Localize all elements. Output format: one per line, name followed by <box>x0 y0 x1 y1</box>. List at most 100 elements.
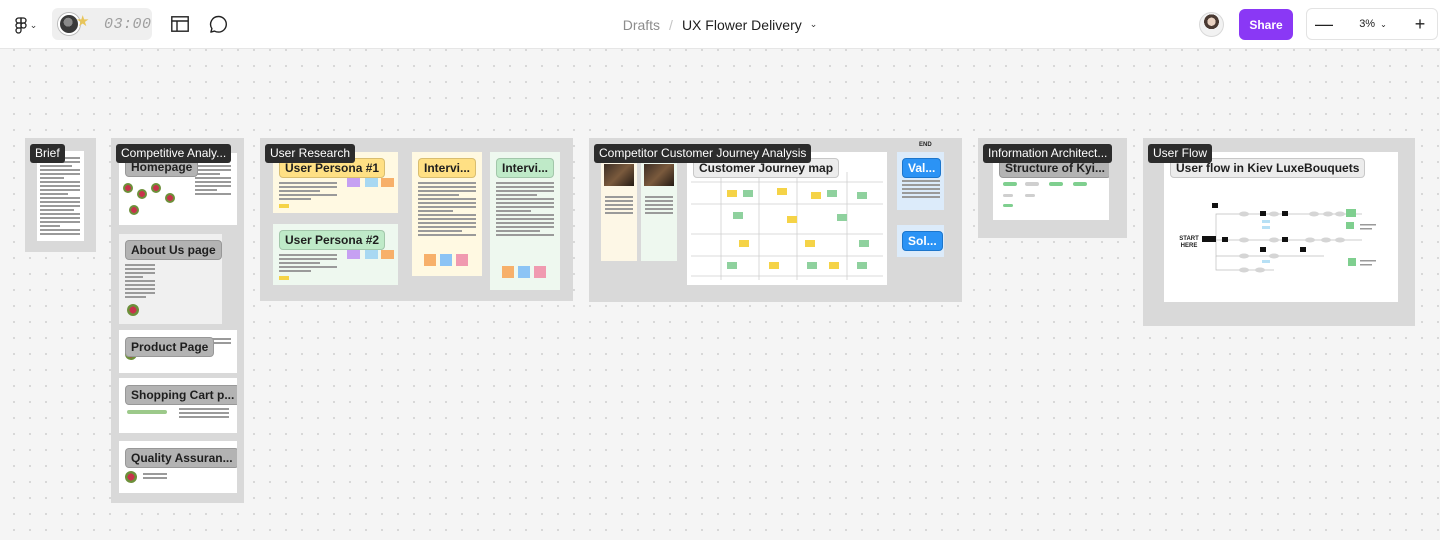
frame-homepage[interactable]: Homepage <box>119 153 237 225</box>
frame-label-solution[interactable]: Sol... <box>902 231 943 251</box>
persona-card-2[interactable] <box>641 152 677 261</box>
sticky-note <box>347 250 360 259</box>
product-image <box>151 183 161 193</box>
value-text <box>902 180 940 200</box>
zoom-level-dropdown[interactable]: 3% ⌄ <box>1341 9 1405 39</box>
chevron-down-icon: ⌄ <box>29 19 38 30</box>
persona-card-1[interactable] <box>601 152 637 261</box>
avatar[interactable] <box>1199 12 1224 37</box>
sticky-note <box>381 250 394 259</box>
file-name[interactable]: UX Flower Delivery <box>682 17 802 33</box>
ia-node <box>1073 182 1087 186</box>
section-user-research[interactable]: User Persona #1 User Persona #2 Intervi.… <box>260 138 573 301</box>
breadcrumb-separator: / <box>669 16 673 33</box>
star-icon: ★ <box>76 13 90 30</box>
persona-photo <box>604 164 634 186</box>
interview-text <box>496 182 554 238</box>
timer-widget[interactable]: ★ 03:00 <box>52 8 152 40</box>
section-label-user-flow[interactable]: User Flow <box>1148 144 1213 163</box>
main-menu-button[interactable]: ⌄ <box>8 12 44 38</box>
layout-button[interactable] <box>168 12 192 36</box>
frame-label-user-persona-2[interactable]: User Persona #2 <box>279 230 386 250</box>
section-brief[interactable]: Brief <box>25 138 96 252</box>
persona-text <box>279 182 337 202</box>
sticky-note <box>381 178 394 187</box>
section-label-information-architecture[interactable]: Information Architect... <box>983 144 1113 163</box>
frame-label-value[interactable]: Val... <box>902 158 942 178</box>
section-label-competitive-analysis[interactable]: Competitive Analy... <box>116 144 232 163</box>
ia-node <box>1003 194 1013 197</box>
comment-button[interactable] <box>206 12 230 36</box>
sticky-note <box>424 254 436 266</box>
frame-label-quality-assurance[interactable]: Quality Assuran... <box>125 448 237 468</box>
frame-quality-assurance[interactable]: Quality Assuran... <box>119 441 237 493</box>
tag <box>279 276 289 280</box>
zoom-out-button[interactable]: — <box>1307 9 1341 39</box>
notes-text <box>195 165 231 197</box>
section-label-user-research[interactable]: User Research <box>265 144 356 163</box>
sticky-note <box>365 250 378 259</box>
product-image <box>129 205 139 215</box>
frame-customer-journey-map[interactable]: Customer Journey map <box>687 152 887 285</box>
persona-photo <box>644 164 674 186</box>
sticky-note <box>518 266 530 278</box>
chevron-down-icon[interactable]: ⌄ <box>810 19 818 30</box>
ia-node <box>1025 182 1039 186</box>
frame-interview-2[interactable]: Intervi... <box>490 152 560 290</box>
frame-value[interactable]: Val... <box>897 152 944 210</box>
page-text <box>179 408 229 420</box>
section-label-brief[interactable]: Brief <box>30 144 65 163</box>
frame-label-about-us[interactable]: About Us page <box>125 240 222 260</box>
ia-node <box>1049 182 1063 186</box>
zoom-level: 3% <box>1359 18 1376 30</box>
ia-node <box>1025 194 1035 197</box>
zoom-in-button[interactable]: + <box>1403 9 1437 39</box>
comment-icon <box>209 15 227 33</box>
chevron-down-icon: ⌄ <box>1380 19 1387 29</box>
product-image <box>125 471 137 483</box>
persona-text <box>645 196 673 216</box>
frame-shopping-cart[interactable]: Shopping Cart p... <box>119 378 237 433</box>
canvas[interactable]: Brief Homepage About Us page Product Pag… <box>0 49 1440 540</box>
product-image <box>123 183 133 193</box>
frame-user-persona-2[interactable]: User Persona #2 <box>273 224 398 285</box>
sticky-note <box>534 266 546 278</box>
sticky-note <box>347 178 360 187</box>
share-button[interactable]: Share <box>1239 9 1293 40</box>
brief-document[interactable] <box>37 151 84 241</box>
layout-icon <box>171 16 189 32</box>
interview-text <box>418 182 476 238</box>
product-image <box>127 304 139 316</box>
zoom-controls: — 3% ⌄ + <box>1306 8 1438 40</box>
frame-about-us[interactable]: About Us page <box>119 234 222 324</box>
sticky-note <box>502 266 514 278</box>
section-label-journey-analysis[interactable]: Competitor Customer Journey Analysis <box>594 144 812 163</box>
frame-label-interview-1[interactable]: Intervi... <box>418 158 477 178</box>
brief-text <box>40 157 80 237</box>
sticky-note <box>440 254 452 266</box>
persona-text <box>279 254 337 274</box>
persona-text <box>605 196 633 216</box>
breadcrumb-drafts[interactable]: Drafts <box>623 17 660 33</box>
section-user-flow[interactable]: START HERE User flow in Kiev LuxeBouquet… <box>1143 138 1415 326</box>
frame-interview-1[interactable]: Intervi... <box>412 152 482 276</box>
frame-label-interview-2[interactable]: Intervi... <box>496 158 555 178</box>
sticky-note <box>456 254 468 266</box>
section-information-architecture[interactable]: Structure of Kyi... Information Architec… <box>978 138 1127 238</box>
product-image <box>165 193 175 203</box>
frame-label-shopping-cart[interactable]: Shopping Cart p... <box>125 385 237 405</box>
ia-node <box>1003 182 1017 186</box>
frame-solution[interactable]: Sol... <box>897 225 944 257</box>
section-competitive-analysis[interactable]: Homepage About Us page Product Page Shop… <box>111 138 244 503</box>
frame-product-page[interactable]: Product Page <box>119 330 237 373</box>
cart-row <box>127 410 167 414</box>
frame-user-flow-kiev[interactable]: START HERE User flow in Kiev LuxeBouquet… <box>1164 152 1398 302</box>
product-image <box>137 189 147 199</box>
ia-node <box>1003 204 1013 207</box>
frame-label-product-page[interactable]: Product Page <box>125 337 215 357</box>
timer-display: 03:00 <box>104 15 152 33</box>
section-journey-analysis[interactable]: Customer Journey map END Val... Sol... C… <box>589 138 962 302</box>
end-marker: END <box>919 142 932 148</box>
figma-menu-icon <box>15 16 27 34</box>
sticky-note <box>365 178 378 187</box>
